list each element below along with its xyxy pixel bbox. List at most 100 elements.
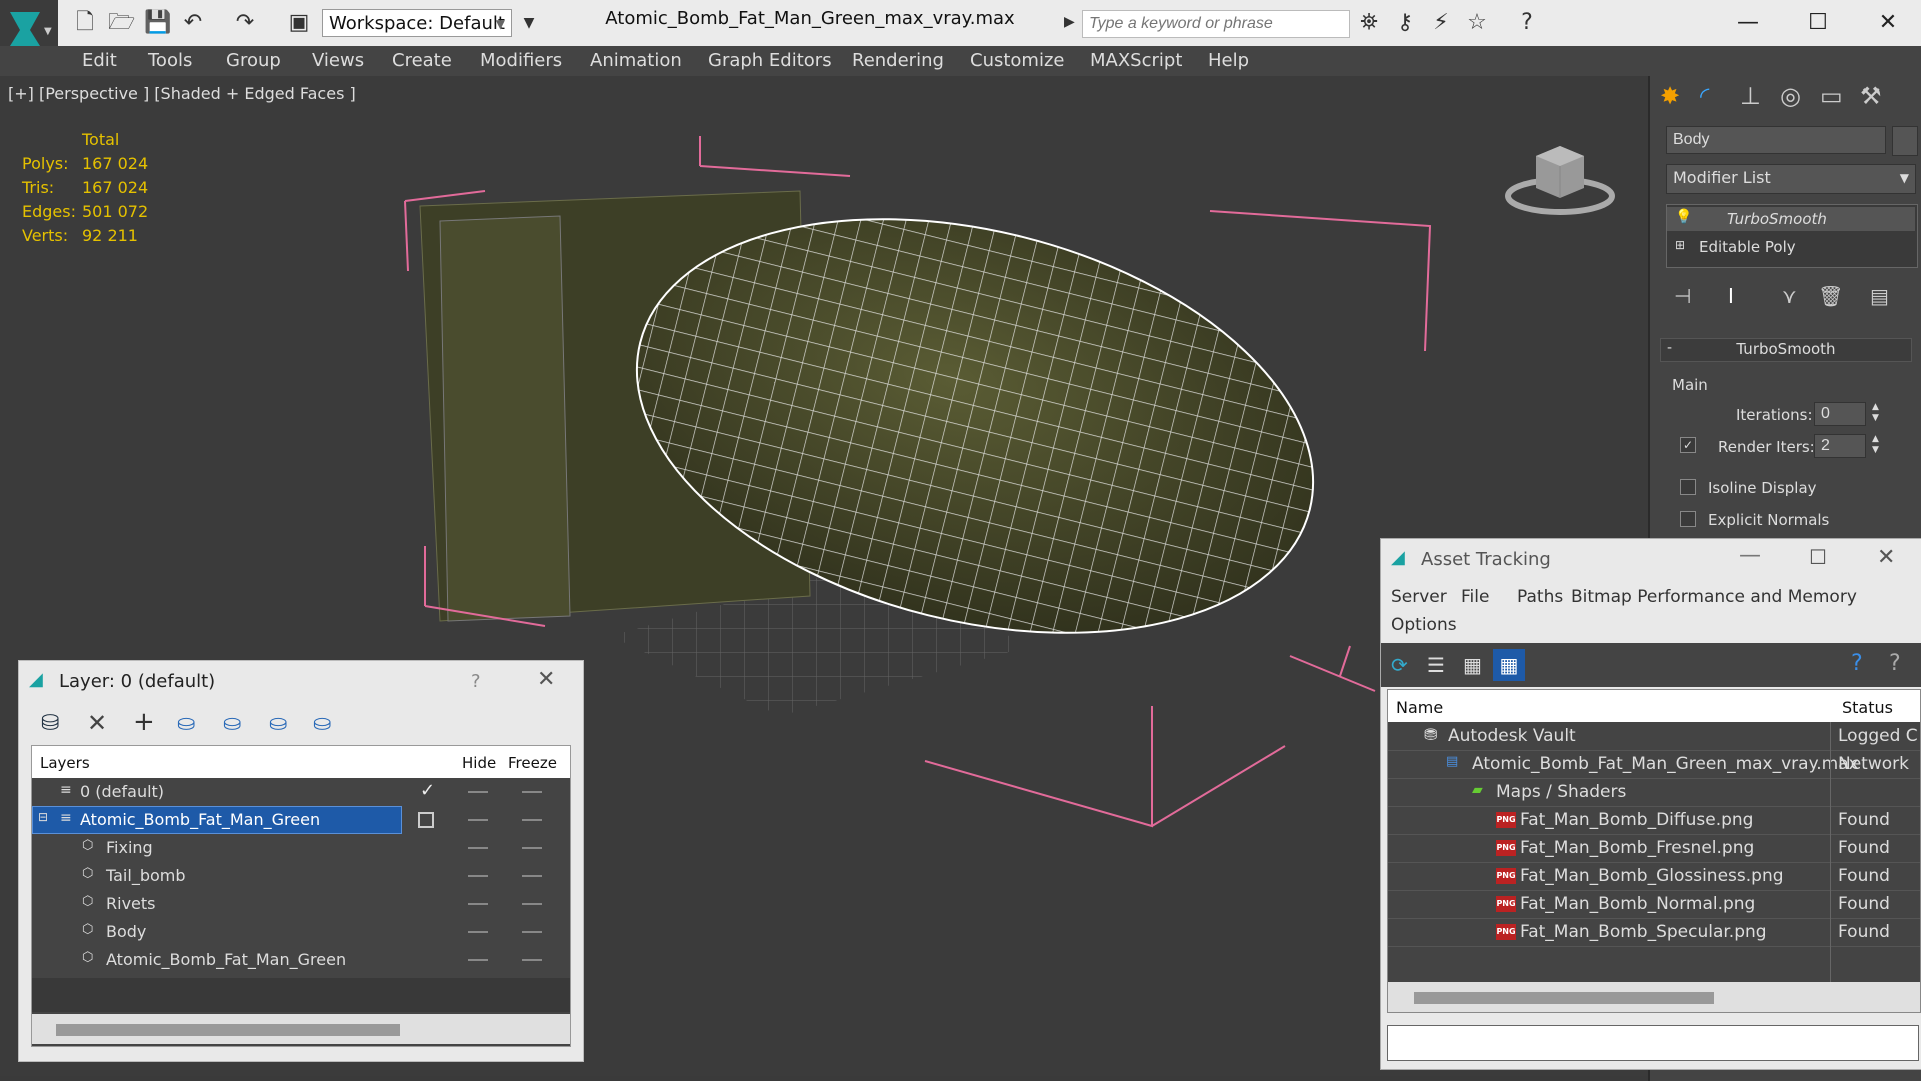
freeze-toggle[interactable] — [522, 959, 542, 961]
explicit-normals-checkbox[interactable] — [1680, 511, 1696, 527]
menu-file[interactable]: File — [1461, 587, 1489, 607]
menu-views[interactable]: Views — [312, 50, 364, 71]
asset-row[interactable]: PNG Fat_Man_Bomb_Diffuse.png Found — [1388, 806, 1920, 835]
remove-modifier-icon[interactable]: 🗑 — [1818, 284, 1843, 308]
help-button[interactable]: ? — [471, 671, 481, 692]
menu-help[interactable]: Help — [1208, 50, 1249, 71]
menu-paths[interactable]: Paths — [1517, 587, 1563, 607]
menu-customize[interactable]: Customize — [970, 50, 1064, 71]
save-icon[interactable]: 💾 — [144, 10, 171, 36]
scrollbar-thumb[interactable] — [1414, 992, 1714, 1004]
set-current-layer-icon[interactable] — [418, 812, 434, 828]
object-row[interactable]: ⬡ Atomic_Bomb_Fat_Man_Green — [32, 946, 570, 974]
asset-row[interactable]: ▤ Atomic_Bomb_Fat_Man_Green_max_vray.max… — [1388, 750, 1920, 779]
col-status[interactable]: Status — [1842, 698, 1893, 717]
menu-graph-editors[interactable]: Graph Editors — [708, 50, 832, 71]
scrollbar-thumb[interactable] — [56, 1024, 400, 1036]
list-view-icon[interactable]: ☰ — [1427, 653, 1445, 677]
asset-path-field[interactable] — [1387, 1025, 1919, 1061]
open-file-icon[interactable]: 🗁 — [108, 10, 135, 36]
asset-row[interactable]: ▰ Maps / Shaders — [1388, 778, 1920, 807]
freeze-toggle[interactable] — [522, 903, 542, 905]
display-tab-icon[interactable]: ▭ — [1820, 82, 1843, 110]
help-icon[interactable]: ? — [1514, 10, 1540, 36]
configure-sets-icon[interactable]: ▤ — [1870, 284, 1889, 308]
col-hide[interactable]: Hide — [462, 754, 496, 772]
new-file-icon[interactable]: 🗋 — [72, 10, 98, 36]
modify-tab-icon[interactable]: ◜ — [1700, 82, 1709, 110]
asset-row[interactable]: PNG Fat_Man_Bomb_Fresnel.png Found — [1388, 834, 1920, 863]
stack-item-editable-poly[interactable]: ⊞ Editable Poly — [1667, 235, 1915, 259]
hierarchy-tab-icon[interactable]: ⊥ — [1740, 82, 1761, 110]
active-layer-check-icon[interactable]: ✓ — [420, 780, 435, 801]
freeze-toggle[interactable] — [522, 819, 542, 821]
pin-stack-icon[interactable]: ⊣ — [1674, 284, 1691, 308]
menu-animation[interactable]: Animation — [590, 50, 682, 71]
menu-edit[interactable]: Edit — [82, 50, 117, 71]
minimize-button[interactable]: — — [1739, 543, 1761, 568]
lightbulb-icon[interactable]: 💡 — [1675, 209, 1692, 225]
delete-layer-icon[interactable]: ✕ — [87, 709, 107, 737]
col-freeze[interactable]: Freeze — [508, 754, 557, 772]
col-name[interactable]: Name — [1396, 698, 1443, 717]
render-iters-spinner[interactable]: ▲ ▼ — [1872, 434, 1879, 456]
render-iters-checkbox[interactable]: ✓ — [1680, 437, 1696, 453]
menu-modifiers[interactable]: Modifiers — [480, 50, 562, 71]
create-tab-icon[interactable]: ✸ — [1660, 82, 1680, 110]
create-layer-icon[interactable]: ⛁ — [41, 711, 59, 736]
help-icon[interactable]: ? — [1851, 651, 1863, 676]
communication-icon[interactable]: ⚡ — [1428, 10, 1454, 36]
menu-group[interactable]: Group — [226, 50, 281, 71]
object-row[interactable]: ⬡ Tail_bomb — [32, 862, 570, 890]
hide-toggle[interactable] — [468, 819, 488, 821]
horizontal-scrollbar[interactable] — [1388, 982, 1920, 1012]
maximize-button[interactable]: ☐ — [1809, 545, 1827, 569]
menu-maxscript[interactable]: MAXScript — [1090, 50, 1182, 71]
binoculars-icon[interactable]: ⛯ — [1356, 10, 1382, 36]
search-expand-icon[interactable]: ▶ — [1064, 14, 1075, 30]
object-row[interactable]: ⬡ Body — [32, 918, 570, 946]
layer-row-selected[interactable]: ⊟ ≡ Atomic_Bomb_Fat_Man_Green — [32, 806, 570, 834]
add-to-layer-icon[interactable]: + — [133, 707, 155, 737]
workspace-dropdown[interactable]: Workspace: Default ▼ — [322, 9, 512, 37]
close-button[interactable]: ✕ — [537, 667, 555, 692]
horizontal-scrollbar[interactable] — [32, 1014, 570, 1044]
search-input[interactable] — [1082, 10, 1350, 38]
hide-toggle[interactable] — [468, 791, 488, 793]
utilities-tab-icon[interactable]: ⚒ — [1860, 82, 1882, 110]
menu-rendering[interactable]: Rendering — [852, 50, 944, 71]
menu-create[interactable]: Create — [392, 50, 452, 71]
hide-toggle[interactable] — [468, 903, 488, 905]
object-name-field[interactable] — [1666, 126, 1886, 154]
freeze-toggle[interactable] — [522, 875, 542, 877]
table-view-icon[interactable]: ▦ — [1493, 649, 1525, 681]
expand-plus-icon[interactable]: ⊞ — [1675, 238, 1685, 252]
close-button[interactable]: ✕ — [1877, 545, 1895, 570]
thumbnail-view-icon[interactable]: ▦ — [1463, 653, 1482, 677]
menu-bitmap-performance[interactable]: Bitmap Performance and Memory — [1571, 587, 1857, 607]
close-button[interactable]: ✕ — [1868, 8, 1908, 38]
hide-toggle[interactable] — [468, 875, 488, 877]
asset-row[interactable]: PNG Fat_Man_Bomb_Normal.png Found — [1388, 890, 1920, 919]
maximize-button[interactable]: ☐ — [1798, 8, 1838, 38]
hide-toggle[interactable] — [468, 931, 488, 933]
refresh-icon[interactable]: ⟳ — [1391, 653, 1408, 677]
redo-icon[interactable]: ↷ — [232, 10, 258, 36]
show-end-result-icon[interactable]: Ⅰ — [1728, 284, 1734, 308]
object-color-swatch[interactable] — [1892, 126, 1918, 156]
menu-tools[interactable]: Tools — [148, 50, 192, 71]
undo-icon[interactable]: ↶ — [180, 10, 206, 36]
hide-toggle[interactable] — [468, 959, 488, 961]
stack-item-turbosmooth[interactable]: 💡 TurboSmooth — [1667, 207, 1915, 231]
select-objects-icon[interactable]: ⛀ — [177, 711, 195, 736]
workspace-menu-icon[interactable]: ▼ — [516, 10, 542, 36]
render-iters-input[interactable] — [1814, 434, 1866, 458]
menu-server[interactable]: Server — [1391, 587, 1447, 607]
menu-options[interactable]: Options — [1391, 615, 1457, 635]
asset-row[interactable]: PNG Fat_Man_Bomb_Glossiness.png Found — [1388, 862, 1920, 891]
freeze-toggle[interactable] — [522, 931, 542, 933]
freeze-toggle[interactable] — [522, 791, 542, 793]
info-icon[interactable]: ? — [1889, 651, 1901, 676]
object-row[interactable]: ⬡ Rivets — [32, 890, 570, 918]
freeze-all-icon[interactable]: ⛀ — [313, 711, 331, 736]
